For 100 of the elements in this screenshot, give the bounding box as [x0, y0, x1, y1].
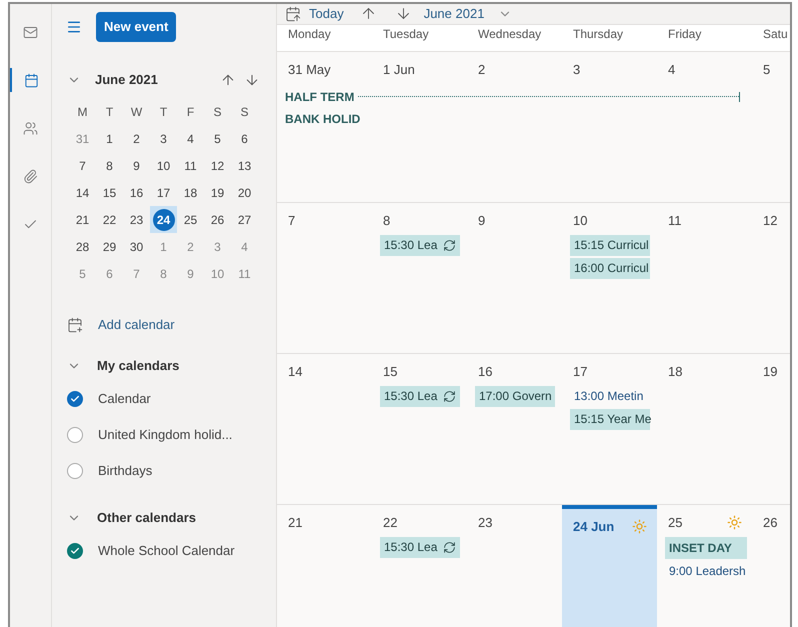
day-number: 31 May [288, 60, 331, 79]
mini-calendar-day[interactable]: 1 [96, 125, 123, 152]
weekday-header: Friday [667, 26, 702, 42]
day-number: 26 [763, 514, 778, 532]
mini-calendar-day[interactable]: 20 [231, 179, 258, 206]
day-number: 4 [668, 60, 676, 79]
add-calendar-link[interactable]: Add calendar [52, 313, 276, 337]
event-chip[interactable]: 15:30 Lea [380, 536, 460, 558]
day-number: 3 [573, 60, 580, 79]
event-chip[interactable]: 15:30 Lea [380, 386, 460, 406]
mini-calendar-title: June 2021 [95, 71, 158, 90]
calendar-list-item[interactable]: United Kingdom holid... [52, 417, 276, 453]
calendar-group-header[interactable]: My calendars [52, 351, 276, 381]
mini-calendar-day[interactable]: 4 [177, 125, 204, 152]
event-item[interactable]: 9:00 Leadersh [665, 560, 752, 582]
calendar-list-item[interactable]: Whole School Calendar [52, 533, 276, 569]
calendar-checkbox[interactable] [67, 543, 83, 559]
down-arrow-icon[interactable] [244, 72, 260, 88]
day-number: 5 [763, 60, 770, 79]
people-icon [23, 120, 38, 136]
mini-calendar-day[interactable]: 6 [231, 125, 258, 152]
event-chip[interactable]: 15:30 Lea [380, 234, 460, 256]
checkmark-icon [70, 546, 80, 556]
day-number: 10 [573, 212, 588, 230]
day-number: 23 [478, 514, 492, 532]
mini-calendar-day[interactable]: 2 [123, 125, 150, 152]
today-cell[interactable]: 24 Jun [562, 504, 657, 627]
mini-calendar-day[interactable]: 23 [123, 206, 150, 233]
mini-calendar-day[interactable]: 17 [150, 179, 177, 206]
weekday-label: W [130, 104, 144, 120]
half-term-event[interactable]: HALF TERM [285, 86, 740, 108]
mini-calendar-day[interactable]: 10 [150, 152, 177, 179]
mini-calendar-day[interactable]: 11 [177, 152, 204, 179]
day-number: 18 [668, 362, 682, 381]
mini-calendar-day[interactable]: 12 [204, 152, 231, 179]
weekday-label: T [104, 104, 114, 120]
mini-calendar-day[interactable]: 24 [150, 206, 177, 233]
calendar-checkbox[interactable] [67, 463, 83, 479]
mini-calendar-day[interactable]: 8 [96, 152, 123, 179]
mini-calendar-day[interactable]: 21 [69, 206, 96, 233]
day-number: 24 Jun [573, 518, 614, 536]
mini-calendar-day[interactable]: 25 [177, 206, 204, 233]
mini-calendar-day[interactable]: 30 [123, 233, 150, 260]
day-number: 19 [763, 362, 778, 381]
calendar-checkbox[interactable] [67, 427, 83, 443]
day-number: 7 [288, 212, 296, 230]
day-number: 11 [668, 212, 682, 230]
day-number: 21 [288, 514, 302, 532]
calendar-list-item[interactable]: Birthdays [52, 453, 276, 489]
calendar-list-item[interactable]: Calendar [52, 381, 276, 417]
calendar-icon [24, 72, 39, 88]
menu-icon[interactable] [66, 19, 82, 35]
weekday-header: Satu [762, 26, 789, 42]
all-day-event[interactable]: INSET DAY [665, 536, 747, 558]
mini-calendar-day[interactable]: 7 [69, 152, 96, 179]
mini-calendar-day[interactable]: 15 [96, 179, 123, 206]
weekday-label: M [76, 104, 88, 120]
mini-calendar-day[interactable]: 5 [204, 125, 231, 152]
mini-calendar-day[interactable]: 16 [123, 179, 150, 206]
weekday-header: Wednesday [477, 26, 542, 42]
calendar-group-header[interactable]: Other calendars [52, 503, 276, 533]
weekday-label: S [212, 104, 222, 120]
new-event-button[interactable]: New event [96, 12, 176, 42]
event-chip[interactable]: 15:15 Curricul [570, 234, 650, 256]
paperclip-icon [23, 168, 38, 184]
weekday-header: Thursday [572, 26, 624, 42]
mini-calendar-day[interactable]: 14 [69, 179, 96, 206]
mini-calendar-day[interactable]: 28 [69, 233, 96, 260]
event-chip[interactable]: 16:00 Curricul [570, 258, 650, 278]
day-number: 22 [383, 514, 398, 532]
mini-calendar-day[interactable]: 29 [96, 233, 123, 260]
weekday-header: Monday [287, 26, 332, 42]
mini-calendar-day[interactable]: 26 [204, 206, 231, 233]
event-chip[interactable]: 15:15 Year Me [570, 408, 650, 430]
mini-calendar-day[interactable]: 27 [231, 206, 258, 233]
weekday-label: T [158, 104, 168, 120]
mini-calendar-day[interactable]: 22 [96, 206, 123, 233]
mini-calendar-day[interactable]: 18 [177, 179, 204, 206]
day-number: 12 [763, 212, 778, 230]
mini-calendar-day[interactable]: 3 [150, 125, 177, 152]
mini-calendar-day[interactable]: 13 [231, 152, 258, 179]
calendar-checkbox[interactable] [67, 391, 83, 407]
day-number: 2 [478, 60, 486, 79]
mail-icon [23, 24, 38, 40]
today-button[interactable]: Today [285, 4, 344, 24]
day-number: 9 [478, 212, 486, 230]
day-number: 14 [288, 362, 302, 381]
checkmark-icon [70, 394, 80, 404]
day-number: 25 [668, 514, 682, 532]
event-item[interactable]: 13:00 Meetin [570, 386, 657, 406]
all-day-event[interactable]: BANK HOLID [285, 108, 372, 130]
weekday-header: Tuesday [382, 26, 430, 42]
today-icon [285, 6, 301, 22]
mini-calendar-day[interactable]: 9 [123, 152, 150, 179]
weekday-label: S [239, 104, 250, 120]
event-chip[interactable]: 17:00 Govern [475, 386, 555, 406]
month-picker[interactable]: June 2021 [424, 4, 512, 24]
weekday-label: F [186, 104, 196, 120]
mini-calendar-day[interactable]: 19 [204, 179, 231, 206]
up-arrow-icon[interactable] [220, 72, 236, 88]
